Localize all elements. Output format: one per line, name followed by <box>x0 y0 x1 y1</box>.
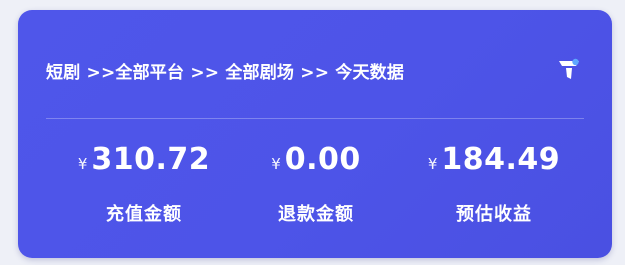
stat-refund-amount[interactable]: ¥ 0.00 退款金额 <box>216 142 416 226</box>
filter-button[interactable] <box>554 55 584 85</box>
refund-amount-label: 退款金额 <box>278 204 354 225</box>
estimated-income-label: 预估收益 <box>456 204 532 225</box>
currency-symbol: ¥ <box>77 155 88 173</box>
refund-amount-value: 0.00 <box>284 142 361 177</box>
stat-value-row: ¥ 0.00 <box>216 142 416 186</box>
recharge-amount-value: 310.72 <box>91 142 211 177</box>
currency-symbol: ¥ <box>271 155 281 173</box>
stats-row: ¥ 310.72 充值金额 ¥ 0.00 退款金额 ¥ 184.49 预估收益 <box>18 142 612 242</box>
stat-value-row: ¥ 310.72 <box>44 142 244 186</box>
currency-symbol: ¥ <box>427 155 438 173</box>
recharge-amount-label: 充值金额 <box>106 204 182 225</box>
breadcrumb[interactable]: 短剧 >>全部平台 >> 全部剧场 >> 今天数据 <box>46 58 404 83</box>
card-header: 短剧 >>全部平台 >> 全部剧场 >> 今天数据 <box>46 54 584 86</box>
filter-icon <box>559 58 579 79</box>
stat-value-row: ¥ 184.49 <box>394 142 594 186</box>
stats-card: 短剧 >>全部平台 >> 全部剧场 >> 今天数据 ¥ 310.72 充值金额 … <box>18 10 612 258</box>
divider <box>46 118 584 119</box>
stat-estimated-income[interactable]: ¥ 184.49 预估收益 <box>394 142 594 226</box>
estimated-income-value: 184.49 <box>441 142 561 177</box>
stat-recharge-amount[interactable]: ¥ 310.72 充值金额 <box>44 142 244 226</box>
